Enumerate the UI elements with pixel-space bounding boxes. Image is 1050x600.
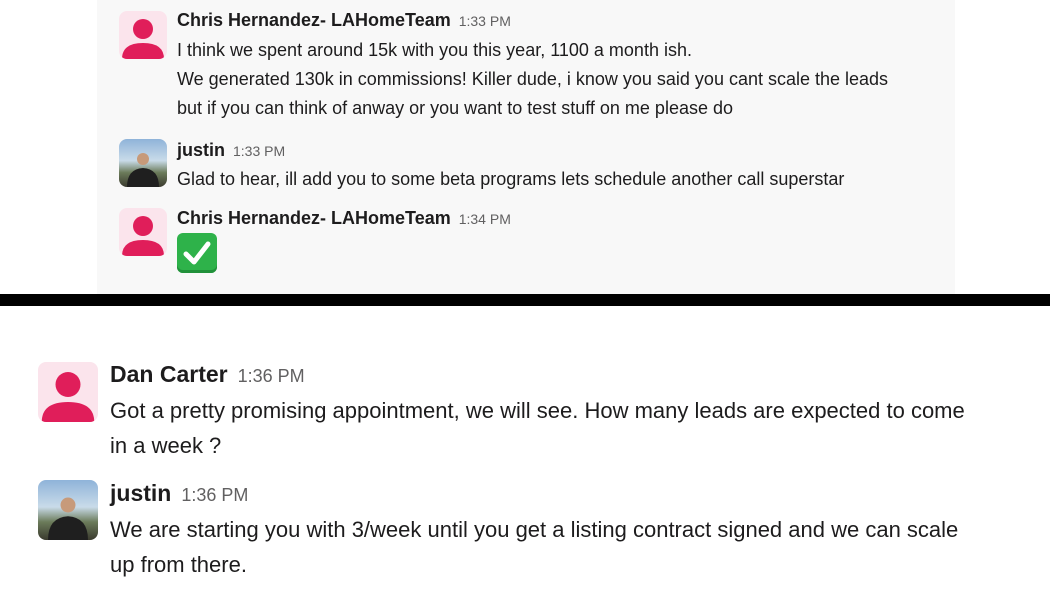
- author-name[interactable]: Chris Hernandez- LAHomeTeam: [177, 208, 451, 228]
- message-header: Dan Carter 1:36 PM: [110, 361, 305, 388]
- timestamp[interactable]: 1:33 PM: [459, 13, 511, 29]
- message-header: Chris Hernandez- LAHomeTeam 1:33 PM: [177, 10, 511, 31]
- user-silhouette-icon: [122, 19, 164, 59]
- message-text-line: Glad to hear, ill add you to some beta p…: [177, 169, 845, 189]
- message-text-line: but if you can think of anway or you wan…: [177, 98, 733, 118]
- timestamp[interactable]: 1:33 PM: [233, 143, 285, 159]
- message-text-line: We generated 130k in commissions! Killer…: [177, 69, 889, 89]
- message-text-line: in a week ?: [110, 433, 222, 458]
- message-text-line: We are starting you with 3/week until yo…: [110, 517, 959, 542]
- person-photo-icon: [127, 153, 159, 187]
- author-name[interactable]: justin: [110, 480, 171, 506]
- divider-bar: [0, 294, 1050, 306]
- conversation-panel-top: Chris Hernandez- LAHomeTeam 1:33 PM I thi…: [97, 0, 955, 294]
- user-silhouette-icon: [122, 216, 164, 256]
- author-name[interactable]: justin: [177, 140, 225, 160]
- person-photo-icon: [48, 497, 88, 540]
- check-glyph-icon: [183, 241, 211, 265]
- message-header: justin 1:36 PM: [110, 480, 248, 507]
- white-check-mark-icon[interactable]: [177, 233, 217, 273]
- conversation-panel-bottom: Dan Carter 1:36 PM Got a pretty promising…: [0, 306, 1050, 600]
- message-header: Chris Hernandez- LAHomeTeam 1:34 PM: [177, 208, 511, 229]
- message-header: justin 1:33 PM: [177, 140, 285, 161]
- message-text-line: I think we spent around 15k with you thi…: [177, 40, 692, 60]
- default-user-avatar-icon[interactable]: [119, 208, 167, 256]
- author-name[interactable]: Chris Hernandez- LAHomeTeam: [177, 10, 451, 30]
- user-photo-avatar[interactable]: [119, 139, 167, 187]
- default-user-avatar-icon[interactable]: [119, 11, 167, 59]
- message-text-line: up from there.: [110, 552, 247, 577]
- default-user-avatar-icon[interactable]: [38, 362, 98, 422]
- timestamp[interactable]: 1:34 PM: [459, 211, 511, 227]
- author-name[interactable]: Dan Carter: [110, 361, 228, 387]
- message-text-line: Got a pretty promising appointment, we w…: [110, 398, 965, 423]
- timestamp[interactable]: 1:36 PM: [181, 485, 248, 505]
- user-photo-avatar[interactable]: [38, 480, 98, 540]
- timestamp[interactable]: 1:36 PM: [238, 366, 305, 386]
- user-silhouette-icon: [41, 372, 95, 422]
